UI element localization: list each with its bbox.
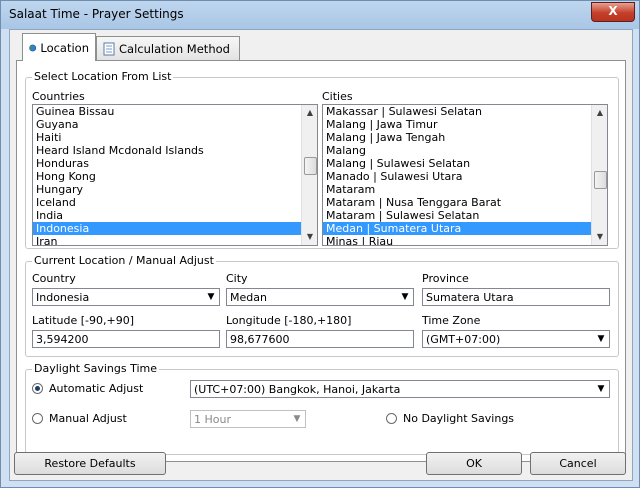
list-item[interactable]: Minas | Riau <box>323 235 607 245</box>
list-item[interactable]: Malang | Jawa Tengah <box>323 131 607 144</box>
close-button[interactable]: X <box>591 2 635 22</box>
list-item[interactable]: Malang <box>323 144 607 157</box>
chevron-down-icon[interactable]: ▼ <box>594 382 608 396</box>
scroll-thumb[interactable] <box>304 157 317 175</box>
manual-adjust-value: 1 Hour <box>194 413 231 426</box>
current-location-group: Current Location / Manual Adjust Country… <box>25 254 619 357</box>
province-label: Province <box>422 272 469 285</box>
list-item[interactable]: Iceland <box>33 196 317 209</box>
automatic-adjust-label: Automatic Adjust <box>49 382 144 395</box>
cities-label: Cities <box>322 90 353 103</box>
daylight-savings-legend: Daylight Savings Time <box>32 362 159 375</box>
radio-unchecked-icon[interactable] <box>386 413 397 424</box>
manual-adjust-radio[interactable]: Manual Adjust <box>32 412 127 425</box>
list-item[interactable]: Malang | Sulawesi Selatan <box>323 157 607 170</box>
automatic-zone-value: (UTC+07:00) Bangkok, Hanoi, Jakarta <box>194 383 401 396</box>
notepad-icon <box>103 42 115 55</box>
country-combo[interactable]: Indonesia ▼ <box>32 288 220 306</box>
globe-icon <box>29 44 37 51</box>
no-daylight-savings-label: No Daylight Savings <box>403 412 515 425</box>
prayer-settings-window: Salaat Time - Prayer Settings X Location… <box>0 0 640 488</box>
tab-location-label: Location <box>40 40 89 55</box>
latitude-label: Latitude [-90,+90] <box>32 314 135 327</box>
list-item[interactable]: Hong Kong <box>33 170 317 183</box>
list-item[interactable]: Iran <box>33 235 317 245</box>
scroll-up-icon[interactable]: ▲ <box>592 105 607 121</box>
country-label: Country <box>32 272 76 285</box>
chevron-down-icon[interactable]: ▼ <box>398 290 412 304</box>
scroll-thumb[interactable] <box>594 171 607 189</box>
list-item[interactable]: Indonesia <box>33 222 317 235</box>
timezone-label: Time Zone <box>422 314 481 327</box>
no-daylight-savings-radio[interactable]: No Daylight Savings <box>386 412 514 425</box>
countries-label: Countries <box>32 90 85 103</box>
cities-items: Makassar | Sulawesi Selatan Malang | Jawa… <box>323 105 607 245</box>
latitude-field[interactable]: 3,594200 <box>32 330 220 348</box>
list-item[interactable]: Malang | Jawa Timur <box>323 118 607 131</box>
list-item[interactable]: Haiti <box>33 131 317 144</box>
latitude-value: 3,594200 <box>36 333 89 346</box>
province-value: Sumatera Utara <box>426 291 514 304</box>
select-location-legend: Select Location From List <box>32 70 174 83</box>
list-item[interactable]: Mataram | Sulawesi Selatan <box>323 209 607 222</box>
tab-calculation-method-label: Calculation Method <box>119 41 230 56</box>
list-item[interactable]: Makassar | Sulawesi Selatan <box>323 105 607 118</box>
city-value: Medan <box>230 291 267 304</box>
cities-listbox[interactable]: Makassar | Sulawesi Selatan Malang | Jawa… <box>322 104 608 246</box>
title-bar[interactable]: Salaat Time - Prayer Settings X <box>1 1 639 29</box>
longitude-label: Longitude [-180,+180] <box>226 314 352 327</box>
tab-calculation-method[interactable]: Calculation Method <box>96 36 240 60</box>
daylight-savings-group: Daylight Savings Time Automatic Adjust (… <box>25 362 619 455</box>
restore-defaults-button[interactable]: Restore Defaults <box>14 452 166 475</box>
city-combo[interactable]: Medan ▼ <box>226 288 414 306</box>
automatic-adjust-radio[interactable]: Automatic Adjust <box>32 382 143 395</box>
list-item[interactable]: Heard Island Mcdonald Islands <box>33 144 317 157</box>
list-item[interactable]: Mataram | Nusa Tenggara Barat <box>323 196 607 209</box>
list-item[interactable]: Honduras <box>33 157 317 170</box>
list-item[interactable]: India <box>33 209 317 222</box>
select-location-group: Select Location From List Countries Guin… <box>25 70 619 249</box>
province-field[interactable]: Sumatera Utara <box>422 288 610 306</box>
current-location-legend: Current Location / Manual Adjust <box>32 254 216 267</box>
countries-items: Guinea Bissau Guyana Haiti Heard Island Mcd… <box>33 105 317 245</box>
manual-adjust-label: Manual Adjust <box>49 412 127 425</box>
ok-button[interactable]: OK <box>426 452 522 475</box>
radio-unchecked-icon[interactable] <box>32 413 43 424</box>
cities-scrollbar[interactable]: ▲ ▼ <box>591 105 607 245</box>
timezone-value: (GMT+07:00) <box>426 333 501 346</box>
list-item[interactable]: Medan | Sumatera Utara <box>323 222 607 235</box>
close-icon: X <box>608 4 618 18</box>
list-item[interactable]: Hungary <box>33 183 317 196</box>
location-tab-panel: Select Location From List Countries Guin… <box>16 60 626 462</box>
list-item[interactable]: Mataram <box>323 183 607 196</box>
longitude-value: 98,677600 <box>230 333 290 346</box>
list-item[interactable]: Guinea Bissau <box>33 105 317 118</box>
city-label: City <box>226 272 248 285</box>
chevron-down-icon[interactable]: ▼ <box>290 412 304 426</box>
countries-scrollbar[interactable]: ▲ ▼ <box>301 105 317 245</box>
country-value: Indonesia <box>36 291 90 304</box>
automatic-zone-combo[interactable]: (UTC+07:00) Bangkok, Hanoi, Jakarta ▼ <box>190 380 610 398</box>
radio-checked-icon[interactable] <box>32 383 43 394</box>
countries-listbox[interactable]: Guinea Bissau Guyana Haiti Heard Island Mcd… <box>32 104 318 246</box>
list-item[interactable]: Guyana <box>33 118 317 131</box>
window-title: Salaat Time - Prayer Settings <box>9 7 184 21</box>
timezone-combo[interactable]: (GMT+07:00) ▼ <box>422 330 610 348</box>
dialog-client: Location Calculation Method Select Locat… <box>9 29 633 481</box>
scroll-up-icon[interactable]: ▲ <box>302 105 317 121</box>
chevron-down-icon[interactable]: ▼ <box>204 290 218 304</box>
scroll-down-icon[interactable]: ▼ <box>592 229 607 245</box>
scroll-down-icon[interactable]: ▼ <box>302 229 317 245</box>
longitude-field[interactable]: 98,677600 <box>226 330 414 348</box>
manual-adjust-combo[interactable]: 1 Hour ▼ <box>190 410 306 428</box>
list-item[interactable]: Manado | Sulawesi Utara <box>323 170 607 183</box>
chevron-down-icon[interactable]: ▼ <box>594 332 608 346</box>
cancel-button[interactable]: Cancel <box>530 452 626 475</box>
tab-location[interactable]: Location <box>22 33 96 61</box>
